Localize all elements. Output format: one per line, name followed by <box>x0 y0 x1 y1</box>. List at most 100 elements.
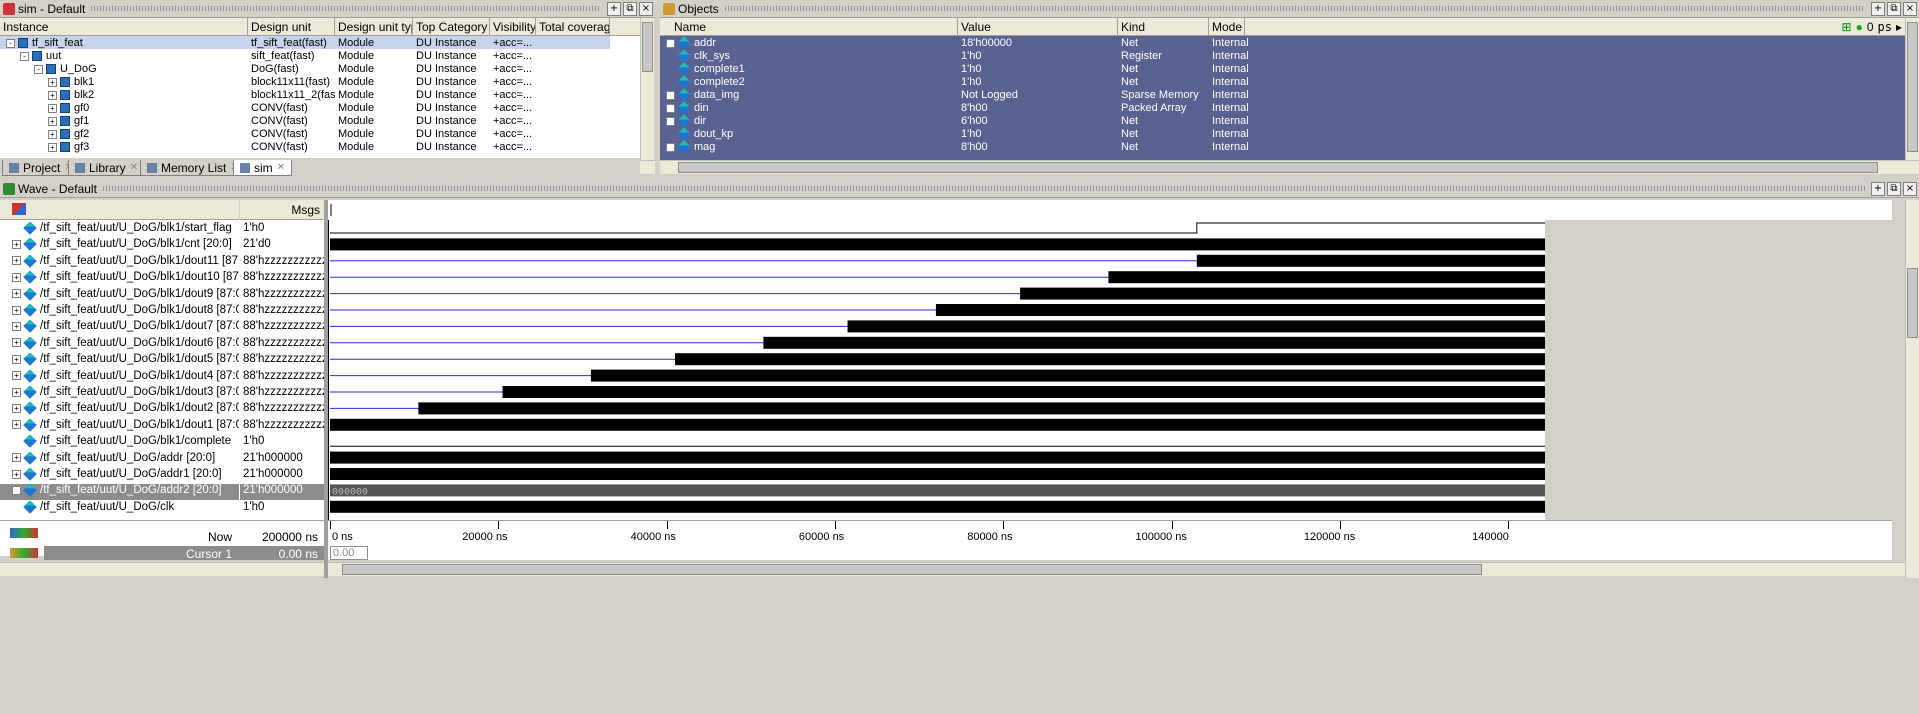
close-icon[interactable]: × <box>639 1 653 16</box>
col-design-unit[interactable]: Design unit <box>248 18 335 35</box>
sim-tree-row[interactable]: - tf_sift_feat tf_sift_feat(fast) Module DU … <box>0 36 610 49</box>
sim-vscroll[interactable] <box>640 18 654 160</box>
expand-icon[interactable]: + <box>12 387 21 397</box>
close-icon[interactable]: × <box>1903 1 1917 16</box>
wave-vscroll[interactable] <box>1905 200 1919 640</box>
sim-hscroll[interactable] <box>640 160 655 174</box>
object-row[interactable]: + din 8'h00 Packed Array Internal <box>660 101 1289 114</box>
wave-signal-name[interactable]: + /tf_sift_feat/uut/U_DoG/blk1/dout6 [87:… <box>0 336 239 353</box>
scroll-thumb[interactable] <box>1907 22 1918 152</box>
close-tab-icon[interactable]: ✕ <box>130 162 138 173</box>
sim-tree-row[interactable]: - uut sift_feat(fast) Module DU Instance +acc… <box>0 49 610 62</box>
collapse-icon[interactable]: - <box>20 51 29 61</box>
col-value[interactable]: Value <box>958 18 1118 35</box>
tab-memory-list[interactable]: Memory List✕ <box>140 160 246 176</box>
expand-icon[interactable]: + <box>48 77 57 87</box>
expand-icon[interactable]: + <box>48 129 57 139</box>
wave-signal-name[interactable]: + /tf_sift_feat/uut/U_DoG/blk1/dout11 [87… <box>0 254 239 271</box>
forward-icon[interactable]: ▸ <box>1896 20 1902 34</box>
objects-hscroll[interactable] <box>660 160 1919 174</box>
object-row[interactable]: + data_img Not Logged Sparse Memory Internal <box>660 88 1289 101</box>
wave-signal-name[interactable]: + /tf_sift_feat/uut/U_DoG/addr1 [20:0] <box>0 468 239 484</box>
object-row[interactable]: +dout_kp1'h0NetInternal <box>660 127 1289 140</box>
close-tab-icon[interactable]: ✕ <box>277 162 285 173</box>
object-row[interactable]: + mag 8'h00 Net Internal <box>660 140 1289 153</box>
sim-tree-row[interactable]: + blk2 block11x11_2(fast) Module DU Instance… <box>0 88 610 101</box>
wave-signal-name[interactable]: + /tf_sift_feat/uut/U_DoG/blk1/dout1 [87:… <box>0 418 239 435</box>
collapse-icon[interactable]: - <box>6 38 15 48</box>
object-row[interactable]: + dir 6'h00 Net Internal <box>660 114 1289 127</box>
sim-tree-row[interactable]: + gf1 CONV(fast) Module DU Instance +acc=... <box>0 114 610 127</box>
scroll-thumb[interactable] <box>642 22 653 72</box>
expand-icon[interactable]: + <box>48 90 57 100</box>
expand-icon[interactable]: + <box>12 321 21 331</box>
wave-signal-name[interactable]: + /tf_sift_feat/uut/U_DoG/blk1/dout8 [87:… <box>0 304 239 320</box>
wave-signal-name[interactable]: + /tf_sift_feat/uut/U_DoG/blk1/dout5 [87:… <box>0 353 239 369</box>
wave-signal-name[interactable]: +/tf_sift_feat/uut/U_DoG/clk <box>0 500 239 517</box>
sim-tree-row[interactable]: + gf0 CONV(fast) Module DU Instance +acc=... <box>0 101 610 114</box>
wave-signal-name[interactable]: + /tf_sift_feat/uut/U_DoG/blk1/dout2 [87:… <box>0 402 239 418</box>
scroll-thumb[interactable] <box>1907 268 1918 338</box>
panel-grip[interactable] <box>91 6 601 11</box>
sim-tree-row[interactable]: + gf3 CONV(fast) Module DU Instance +acc=... <box>0 140 610 153</box>
object-row[interactable]: +clk_sys1'h0RegisterInternal <box>660 49 1289 62</box>
wave-signal-name[interactable]: +/tf_sift_feat/uut/U_DoG/blk1/start_flag <box>0 222 239 238</box>
expand-icon[interactable]: + <box>12 338 21 348</box>
lock-icon[interactable] <box>10 548 38 558</box>
wave-signal-name[interactable]: + /tf_sift_feat/uut/U_DoG/blk1/dout3 [87:… <box>0 386 239 402</box>
expand-icon[interactable]: + <box>12 289 21 299</box>
expand-icon[interactable]: + <box>12 371 21 381</box>
object-row[interactable]: +complete11'h0NetInternal <box>660 62 1289 75</box>
wave-signal-name[interactable]: + /tf_sift_feat/uut/U_DoG/blk1/cnt [20:0] <box>0 238 239 254</box>
expand-icon[interactable]: + <box>48 142 57 152</box>
wave-options-icon[interactable] <box>12 203 26 215</box>
expand-icon[interactable]: + <box>12 256 21 266</box>
wave-signal-name[interactable]: + /tf_sift_feat/uut/U_DoG/blk1/dout9 [87:… <box>0 287 239 304</box>
add-icon[interactable]: + <box>1871 1 1885 16</box>
tab-library[interactable]: Library ✕ <box>68 160 146 176</box>
expand-icon[interactable]: + <box>12 354 21 364</box>
expand-icon[interactable]: + <box>12 305 21 315</box>
expand-icon[interactable]: + <box>12 272 21 282</box>
sim-tree-row[interactable]: - U_DoG DoG(fast) Module DU Instance +acc=... <box>0 62 610 75</box>
col-mode[interactable]: Mode <box>1209 18 1245 35</box>
wave-signal-name[interactable]: + /tf_sift_feat/uut/U_DoG/addr [20:0] <box>0 451 239 468</box>
expand-icon[interactable]: + <box>12 420 21 430</box>
add-icon[interactable]: + <box>1871 181 1885 196</box>
col-instance[interactable]: Instance <box>0 18 248 35</box>
scroll-thumb[interactable] <box>342 564 1482 575</box>
col-design-unit-type[interactable]: Design unit type <box>335 18 413 35</box>
object-row[interactable]: + addr 18'h00000 Net Internal <box>660 36 1289 49</box>
objects-vscroll[interactable] <box>1905 18 1919 160</box>
object-row[interactable]: +complete21'h0NetInternal <box>660 75 1289 88</box>
undock-icon[interactable]: ⧉ <box>623 1 637 16</box>
add-icon[interactable]: + <box>607 1 621 16</box>
scroll-thumb[interactable] <box>678 162 1878 173</box>
sim-tree-row[interactable]: + blk1 block11x11(fast) Module DU Instance +a… <box>0 75 610 88</box>
expand-icon[interactable]: + <box>666 103 675 113</box>
col-name[interactable]: Name <box>660 18 958 35</box>
cursor-tools-icon[interactable] <box>10 528 38 538</box>
undock-icon[interactable]: ⧉ <box>1887 181 1901 196</box>
wave-signal-name[interactable]: +/tf_sift_feat/uut/U_DoG/blk1/complete <box>0 435 239 451</box>
expand-icon[interactable]: + <box>666 116 675 126</box>
collapse-icon[interactable]: - <box>34 64 43 74</box>
wave-time-hscroll[interactable] <box>328 562 1905 576</box>
expand-icon[interactable]: + <box>666 38 675 48</box>
col-visibility[interactable]: Visibility <box>490 18 536 35</box>
expand-icon[interactable]: + <box>12 485 21 495</box>
panel-grip[interactable] <box>724 6 1865 11</box>
wave-name-hscroll[interactable] <box>0 562 240 576</box>
expand-icon[interactable]: + <box>666 142 675 152</box>
expand-icon[interactable]: + <box>12 239 21 249</box>
close-icon[interactable]: × <box>1903 181 1917 196</box>
filter-icon[interactable]: ⊞ <box>1842 20 1852 34</box>
cursor-label[interactable]: Cursor 1 <box>160 547 238 561</box>
wave-signal-name[interactable]: + /tf_sift_feat/uut/U_DoG/blk1/dout7 [87:… <box>0 320 239 336</box>
expand-icon[interactable]: + <box>12 403 21 413</box>
expand-icon[interactable]: + <box>48 103 57 113</box>
expand-icon[interactable]: + <box>666 90 675 100</box>
wave-signal-name[interactable]: + /tf_sift_feat/uut/U_DoG/addr2 [20:0] <box>0 484 239 501</box>
col-total-coverage[interactable]: Total coverage <box>536 18 610 35</box>
tab-sim[interactable]: sim ✕ <box>233 160 293 176</box>
